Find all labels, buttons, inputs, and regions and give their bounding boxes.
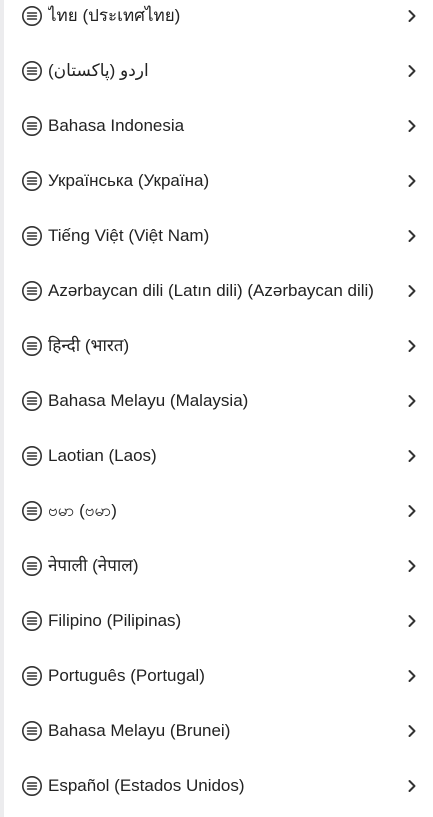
language-label: Português (Portugal) [48, 665, 205, 685]
language-label: Tiếng Việt (Việt Nam) [48, 225, 210, 245]
chevron-right-icon [405, 614, 419, 628]
chevron-right-icon [405, 284, 419, 298]
language-label: नेपाली (नेपाल) [48, 555, 139, 575]
language-label: हिन्दी (भारत) [48, 335, 130, 355]
list-lines-icon [21, 170, 43, 192]
list-lines-icon [21, 390, 43, 412]
language-label: Bahasa Melayu (Brunei) [48, 720, 231, 740]
chevron-right-icon [405, 504, 419, 518]
language-label: Español (Estados Unidos) [48, 775, 245, 795]
language-label: Українська (Україна) [48, 170, 210, 190]
list-lines-icon [21, 225, 43, 247]
language-item[interactable]: اردو (پاکستان) [4, 43, 433, 98]
language-item[interactable]: Filipino (Pilipinas) [4, 593, 433, 648]
chevron-right-icon [405, 779, 419, 793]
list-lines-icon [21, 60, 43, 82]
language-label: ไทย (ประเทศไทย) [48, 5, 181, 25]
chevron-right-icon [405, 724, 419, 738]
chevron-right-icon [405, 339, 419, 353]
list-lines-icon [21, 5, 43, 27]
list-lines-icon [21, 335, 43, 357]
list-lines-icon [21, 665, 43, 687]
list-lines-icon [21, 280, 43, 302]
list-lines-icon [21, 775, 43, 797]
language-item[interactable]: Azərbaycan dili (Latın dili) (Azərbaycan… [4, 263, 433, 318]
language-item[interactable]: हिन्दी (भारत) [4, 318, 433, 373]
list-lines-icon [21, 445, 43, 467]
list-lines-icon [21, 115, 43, 137]
chevron-right-icon [405, 559, 419, 573]
language-item[interactable]: ဗမာ (ဗမာ) [4, 483, 433, 538]
chevron-right-icon [405, 669, 419, 683]
language-item[interactable]: ไทย (ประเทศไทย) [4, 0, 433, 43]
language-list: ไทย (ประเทศไทย) اردو (پاکستان) Bahasa In… [4, 0, 433, 813]
list-lines-icon [21, 555, 43, 577]
language-item[interactable]: Tiếng Việt (Việt Nam) [4, 208, 433, 263]
chevron-right-icon [405, 449, 419, 463]
chevron-right-icon [405, 9, 419, 23]
list-lines-icon [21, 500, 43, 522]
chevron-right-icon [405, 229, 419, 243]
language-item[interactable]: नेपाली (नेपाल) [4, 538, 433, 593]
chevron-right-icon [405, 394, 419, 408]
language-label: Laotian (Laos) [48, 445, 157, 465]
language-label: Filipino (Pilipinas) [48, 610, 182, 630]
language-item[interactable]: Laotian (Laos) [4, 428, 433, 483]
language-label: ဗမာ (ဗမာ) [48, 500, 117, 520]
language-item[interactable]: Bahasa Melayu (Brunei) [4, 703, 433, 758]
language-item[interactable]: Українська (Україна) [4, 153, 433, 208]
language-item[interactable]: Español (Estados Unidos) [4, 758, 433, 813]
language-label: اردو (پاکستان) [48, 60, 149, 80]
language-label: Bahasa Melayu (Malaysia) [48, 390, 249, 410]
language-label: Azərbaycan dili (Latın dili) (Azərbaycan… [48, 280, 374, 300]
language-label: Bahasa Indonesia [48, 115, 185, 135]
language-item[interactable]: Português (Portugal) [4, 648, 433, 703]
list-lines-icon [21, 720, 43, 742]
chevron-right-icon [405, 119, 419, 133]
chevron-right-icon [405, 174, 419, 188]
language-item[interactable]: Bahasa Indonesia [4, 98, 433, 153]
language-item[interactable]: Bahasa Melayu (Malaysia) [4, 373, 433, 428]
list-lines-icon [21, 610, 43, 632]
chevron-right-icon [405, 64, 419, 78]
